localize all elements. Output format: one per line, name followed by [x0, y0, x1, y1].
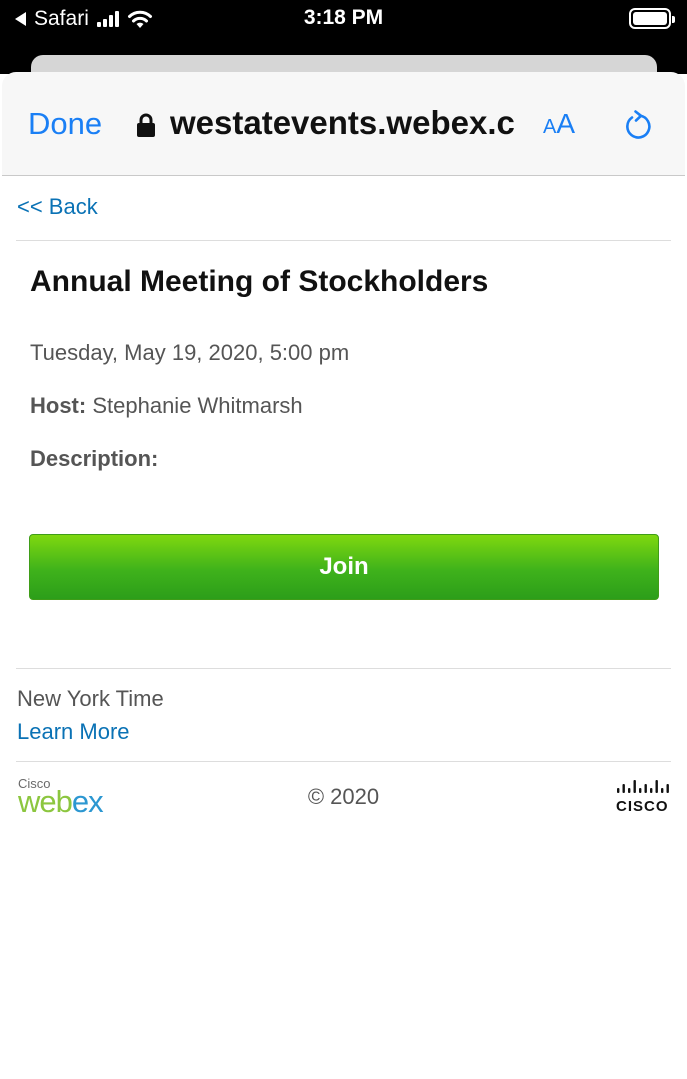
- lock-icon: [137, 113, 155, 137]
- host-row: Host: Stephanie Whitmarsh: [30, 393, 303, 419]
- back-link[interactable]: << Back: [17, 194, 98, 220]
- text-size-button[interactable]: AA: [543, 108, 575, 140]
- divider: [16, 668, 671, 669]
- host-label: Host:: [30, 393, 87, 418]
- meeting-date-time: Tuesday, May 19, 2020, 5:00 pm: [30, 340, 350, 365]
- cisco-logo: CISCO: [613, 779, 671, 815]
- text-size-small-letter: A: [543, 116, 557, 138]
- browser-toolbar: Done westatevents.webex.c AA: [2, 72, 685, 176]
- description-label: Description:: [30, 446, 159, 471]
- clock: 3:18 PM: [303, 6, 384, 29]
- page-title: Annual Meeting of Stockholders: [30, 265, 489, 298]
- copyright: © 2020: [307, 784, 380, 809]
- divider: [16, 761, 671, 762]
- learn-more-link[interactable]: Learn More: [17, 719, 130, 745]
- battery-icon: [629, 8, 675, 29]
- host-name: Stephanie Whitmarsh: [92, 393, 303, 418]
- reload-icon[interactable]: [621, 110, 653, 142]
- done-button[interactable]: Done: [28, 106, 102, 142]
- divider: [16, 240, 671, 241]
- timezone-label: New York Time: [17, 686, 164, 711]
- url-field[interactable]: westatevents.webex.c: [170, 104, 524, 142]
- join-button-label: Join: [319, 553, 369, 580]
- cisco-bridge-icon: [617, 780, 669, 793]
- cisco-logo-text: CISCO: [616, 798, 669, 815]
- join-button[interactable]: Join: [29, 534, 659, 600]
- text-size-large-letter: A: [556, 108, 576, 139]
